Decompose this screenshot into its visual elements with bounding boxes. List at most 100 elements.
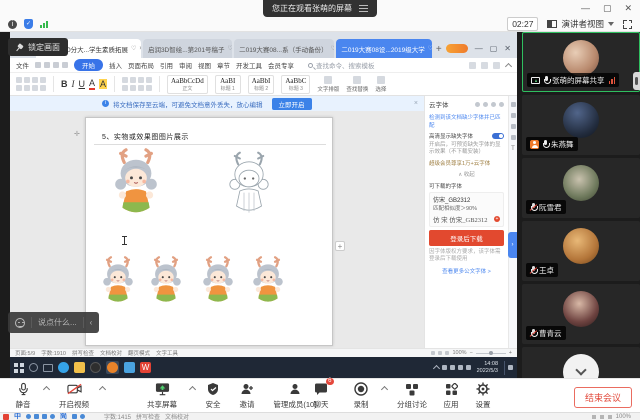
- collab-icons[interactable]: [469, 62, 500, 69]
- zoom-controls[interactable]: 100% − +: [431, 350, 512, 356]
- notification-icon[interactable]: [508, 365, 513, 370]
- tray-expand-icon[interactable]: [433, 365, 440, 372]
- enable-cloud-button[interactable]: 立即开启: [272, 98, 312, 110]
- menu-tab[interactable]: 视图: [198, 60, 211, 70]
- ime-toolbar[interactable]: [26, 414, 55, 419]
- paragraph-tools-icons[interactable]: [122, 77, 152, 91]
- chat-button[interactable]: 6 聊天: [306, 381, 336, 411]
- text-tool-label[interactable]: 文字工具: [156, 349, 178, 357]
- participant-tile-more[interactable]: [522, 347, 640, 378]
- pin-view-button[interactable]: 锁定画面: [8, 38, 68, 56]
- ime-toolbar-2[interactable]: [72, 414, 85, 419]
- favorite-icon[interactable]: ♡: [131, 45, 136, 52]
- taskbar-clock[interactable]: 14:08 2022/5/3: [477, 361, 498, 374]
- view-mode-selector[interactable]: 演讲者视图: [547, 18, 614, 30]
- apps-button[interactable]: 应用: [436, 381, 466, 411]
- new-tab-button[interactable]: +: [436, 44, 442, 55]
- mascot-lineart-image[interactable]: [224, 151, 274, 221]
- quick-access-icons[interactable]: [35, 62, 68, 68]
- edge-icon[interactable]: [58, 362, 69, 373]
- banner-menu-icon[interactable]: [359, 5, 368, 12]
- highlight-button[interactable]: A: [99, 79, 107, 89]
- underline-button[interactable]: U: [79, 79, 86, 89]
- panel-expand-tab[interactable]: ›: [508, 232, 517, 258]
- menu-tab[interactable]: 会员专享: [268, 60, 294, 70]
- collapse-ribbon-icon[interactable]: [505, 62, 512, 69]
- menu-tab[interactable]: 开发工具: [236, 60, 262, 70]
- favorite-icon[interactable]: ♡: [331, 45, 335, 52]
- spellcheck-label[interactable]: 拼写检查: [72, 349, 94, 357]
- fullscreen-icon[interactable]: [623, 20, 632, 29]
- settings-button[interactable]: 设置: [468, 381, 498, 411]
- login-download-button[interactable]: 登录后下载: [429, 230, 504, 246]
- menu-tab[interactable]: 审阅: [179, 60, 192, 70]
- sidebar-handle[interactable]: [633, 72, 640, 90]
- video-options-chevron[interactable]: [99, 386, 106, 393]
- style-normal[interactable]: AaBbCcDd 正文: [167, 75, 208, 94]
- style-heading3[interactable]: AaBbC 标题 3: [281, 75, 310, 94]
- wps-doc-tab[interactable]: 二019大赛08设...2019级大学 ♡: [336, 39, 432, 58]
- style-heading2[interactable]: AaBbI 标题 2: [248, 75, 275, 94]
- ime-simp-icon[interactable]: 简: [60, 413, 67, 420]
- wps-icon[interactable]: [3, 414, 9, 420]
- breakout-button[interactable]: 分组讨论: [390, 381, 434, 411]
- participant-tile-sharing[interactable]: 张萌的屏幕共享: [522, 32, 640, 92]
- wps-taskbar-icon[interactable]: W: [140, 362, 151, 373]
- proofread-label[interactable]: 文档校对: [100, 349, 122, 357]
- text-tool-icon[interactable]: T: [511, 146, 515, 152]
- menu-tab[interactable]: 页面布局: [128, 60, 154, 70]
- participant-tile[interactable]: 王卓: [522, 221, 640, 281]
- italic-button[interactable]: I: [72, 79, 75, 89]
- vip-badge[interactable]: [446, 44, 468, 53]
- mascot-small-image[interactable]: [98, 256, 138, 310]
- wps-minimize-button[interactable]: —: [475, 44, 483, 53]
- notice-close-icon[interactable]: ×: [414, 100, 418, 107]
- zoom-in-icon[interactable]: +: [509, 350, 512, 356]
- minimize-button[interactable]: —: [581, 3, 590, 14]
- proofread-label[interactable]: 文档校对: [165, 412, 189, 420]
- status-right-controls[interactable]: 100%: [592, 414, 631, 420]
- share-options-chevron[interactable]: [189, 386, 196, 393]
- font-card[interactable]: 仿宋_GB2312 匹配相似度＞90% 仿 宋 仿宋_GB2312 +: [429, 192, 504, 227]
- mascot-small-image[interactable]: [248, 256, 288, 310]
- participant-tile[interactable]: 阮雪君: [522, 158, 640, 218]
- select-tool[interactable]: 选择: [375, 76, 386, 93]
- chat-input-placeholder[interactable]: 说点什么...: [38, 317, 77, 328]
- quick-chat-bar[interactable]: 说点什么... ‹: [8, 312, 99, 333]
- page-mode-label[interactable]: 翻页模式: [128, 349, 150, 357]
- mute-options-chevron[interactable]: [43, 386, 50, 393]
- insert-plus-button[interactable]: +: [335, 241, 345, 251]
- app-icon[interactable]: [90, 362, 101, 373]
- menu-tab-home[interactable]: 开始: [74, 59, 103, 71]
- collapse-chat-icon[interactable]: ‹: [90, 318, 93, 327]
- mascot-colored-image[interactable]: [108, 148, 164, 224]
- paragraph-handle-icon[interactable]: ✛: [74, 130, 80, 138]
- participant-tile[interactable]: 曹青云: [522, 284, 640, 344]
- end-meeting-button[interactable]: 结束会议: [574, 387, 632, 408]
- missing-font-link[interactable]: 检测到该文档缺少字体并已匹配: [425, 112, 508, 130]
- collapse-link[interactable]: ∧ 收起: [425, 169, 508, 179]
- wps-side-toolbar[interactable]: T: [508, 96, 517, 348]
- font-action-icon[interactable]: +: [494, 216, 500, 222]
- font-color-button[interactable]: A: [89, 79, 95, 90]
- share-screen-button[interactable]: 共享屏幕: [138, 381, 186, 411]
- wps-doc-tab[interactable]: 启润3D智绘...第201号稿子 ♡: [143, 39, 232, 58]
- tab-close-icon[interactable]: ×: [139, 46, 141, 52]
- ime-cn-icon[interactable]: 中: [14, 413, 21, 420]
- record-button[interactable]: 录制: [346, 381, 376, 411]
- zoom-out-icon[interactable]: −: [470, 350, 473, 356]
- zoom-slider[interactable]: [476, 353, 506, 354]
- menu-tab[interactable]: 引用: [160, 60, 173, 70]
- text-layout-tool[interactable]: 文字排版: [317, 76, 339, 93]
- info-icon[interactable]: i: [8, 20, 17, 29]
- search-icon[interactable]: [29, 363, 38, 372]
- panel-header-icons[interactable]: [475, 102, 504, 107]
- maximize-button[interactable]: ▢: [603, 3, 612, 14]
- task-view-icon[interactable]: [43, 364, 53, 372]
- wps-maximize-button[interactable]: ▢: [490, 44, 498, 53]
- record-options-chevron[interactable]: [381, 386, 388, 393]
- close-button[interactable]: ✕: [624, 3, 632, 14]
- menu-tab[interactable]: 章节: [217, 60, 230, 70]
- style-heading1[interactable]: AaBI 标题 1: [215, 75, 241, 94]
- find-replace-tool[interactable]: 查找替换: [346, 76, 368, 93]
